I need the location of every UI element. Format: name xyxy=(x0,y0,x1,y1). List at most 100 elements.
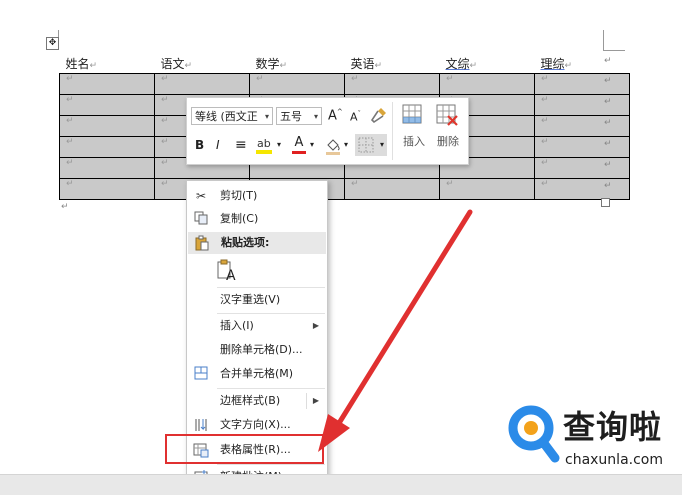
chevron-down-icon: ▾ xyxy=(379,140,384,149)
menu-item-label: 文字方向(X)... xyxy=(220,418,291,431)
table-cell[interactable]: ↵ xyxy=(59,94,155,116)
align-button[interactable]: ≡ xyxy=(235,137,247,153)
menu-item-border-styles[interactable]: 边框样式(B) ▶ xyxy=(187,390,327,412)
delete-table-button[interactable]: 删除 xyxy=(431,102,465,160)
copy-icon xyxy=(193,211,209,227)
paste-option-letter: A xyxy=(226,268,236,284)
font-color-swatch xyxy=(292,151,306,154)
font-color-button[interactable]: A xyxy=(290,135,308,155)
table-cell[interactable]: ↵ xyxy=(59,136,155,158)
borders-icon xyxy=(358,137,374,153)
toolbar-divider xyxy=(392,102,393,160)
paste-icon xyxy=(194,235,210,251)
table-cell[interactable]: ↵ xyxy=(59,157,155,179)
header-cell[interactable]: 文综↵ xyxy=(439,52,535,74)
header-text: 姓名 xyxy=(65,57,90,71)
table-cell[interactable]: ↵ xyxy=(344,73,440,95)
shrink-font-button[interactable]: Aˇ xyxy=(350,110,361,124)
scissors-icon: ✂ xyxy=(195,189,207,203)
mini-toolbar: 等线 (西文正 ▾ 五号 ▾ A^ Aˇ 插入 删除 B I ≡ ab ▾ A ▾ … xyxy=(186,97,469,165)
table-cell[interactable]: ↵ xyxy=(59,115,155,137)
format-painter-button[interactable] xyxy=(370,106,388,124)
row-end-mark: ↵ xyxy=(604,76,612,86)
menu-item-label: 合并单元格(M) xyxy=(220,367,294,380)
table-cell[interactable]: ↵ xyxy=(249,73,345,95)
header-text: 数学 xyxy=(255,57,280,71)
table-move-handle[interactable]: ✥ xyxy=(46,37,59,50)
row-end-mark: ↵ xyxy=(604,118,612,128)
table-cell[interactable]: ↵ xyxy=(534,136,630,158)
chevron-down-icon: ▾ xyxy=(313,112,318,121)
header-cell[interactable]: 英语↵ xyxy=(344,52,440,74)
chevron-down-icon[interactable]: ▾ xyxy=(277,140,281,149)
cell-end-mark: ↵ xyxy=(541,116,549,126)
chevron-down-icon: ▾ xyxy=(264,112,269,121)
cell-end-mark: ↵ xyxy=(256,74,264,84)
cell-end-mark: ↵ xyxy=(184,61,193,71)
paste-keep-text-only-button[interactable]: A xyxy=(217,259,237,284)
merge-cells-icon xyxy=(193,366,209,382)
header-cell[interactable]: 姓名↵ xyxy=(59,52,155,74)
highlight-button[interactable]: ab xyxy=(254,135,276,155)
cell-end-mark: ↵ xyxy=(541,74,549,84)
font-size-value: 五号 xyxy=(280,110,302,123)
table-cell[interactable]: ↵ xyxy=(344,178,440,200)
row-end-mark: ↵ xyxy=(604,139,612,149)
cell-end-mark: ↵ xyxy=(279,61,288,71)
menu-separator xyxy=(217,464,325,465)
menu-item-insert[interactable]: 插入(I) ▶ xyxy=(187,315,327,337)
bold-button[interactable]: B xyxy=(195,138,204,152)
header-cell[interactable]: 语文↵ xyxy=(154,52,250,74)
format-painter-icon xyxy=(370,108,386,124)
table-cell[interactable]: ↵ xyxy=(534,178,630,200)
table-cell[interactable]: ↵ xyxy=(534,115,630,137)
table-cell[interactable]: ↵ xyxy=(59,73,155,95)
insert-table-button[interactable]: 插入 xyxy=(397,102,431,160)
watermark-title: 查询啦 xyxy=(563,408,663,446)
cell-end-mark: ↵ xyxy=(446,179,454,189)
row-end-mark: ↵ xyxy=(604,97,612,107)
submenu-divider xyxy=(306,393,307,409)
magnifier-logo-icon xyxy=(508,405,560,463)
grow-font-icon: A xyxy=(328,108,337,124)
chevron-down-icon[interactable]: ▾ xyxy=(344,140,348,149)
highlighter-icon: ab xyxy=(256,137,272,154)
header-text: 语文 xyxy=(160,57,185,71)
menu-item-delete-cells[interactable]: 删除单元格(D)... xyxy=(187,339,327,361)
svg-text:ab: ab xyxy=(257,137,271,150)
menu-item-reconvert[interactable]: 汉字重选(V) xyxy=(187,289,327,311)
table-cell[interactable]: ↵ xyxy=(534,157,630,179)
cell-end-mark: ↵ xyxy=(161,74,169,84)
row-end-mark: ↵ xyxy=(604,160,612,170)
cell-end-mark: ↵ xyxy=(541,95,549,105)
menu-item-label: 粘贴选项: xyxy=(221,236,270,249)
menu-item-cut[interactable]: ✂ 剪切(T) xyxy=(187,185,327,207)
shading-button[interactable] xyxy=(324,136,342,156)
borders-button[interactable]: ▾ xyxy=(355,134,387,156)
table-cell[interactable]: ↵ xyxy=(534,94,630,116)
menu-item-label: 剪切(T) xyxy=(220,189,258,202)
insert-label: 插入 xyxy=(403,135,425,148)
menu-item-copy[interactable]: 复制(C) xyxy=(187,208,327,230)
table-cell[interactable]: ↵ xyxy=(439,178,535,200)
table-cell[interactable]: ↵ xyxy=(154,73,250,95)
table-resize-handle[interactable] xyxy=(601,198,610,207)
font-size-dropdown[interactable]: 五号 ▾ xyxy=(276,107,322,125)
header-cell[interactable]: 数学↵ xyxy=(249,52,345,74)
cell-end-mark: ↵ xyxy=(469,61,478,71)
menu-item-label: 边框样式(B) xyxy=(220,394,281,407)
menu-separator xyxy=(217,388,325,389)
cell-end-mark: ↵ xyxy=(564,61,573,71)
header-cell[interactable]: 理综↵ xyxy=(534,52,630,74)
table-cell[interactable]: ↵ xyxy=(439,73,535,95)
table-cell[interactable]: ↵ xyxy=(534,73,630,95)
cell-end-mark: ↵ xyxy=(161,137,169,147)
menu-item-text-direction[interactable]: 文字方向(X)... xyxy=(187,414,327,436)
table-cell[interactable]: ↵ xyxy=(59,178,155,200)
grow-font-button[interactable]: A^ xyxy=(328,108,343,123)
font-name-dropdown[interactable]: 等线 (西文正 ▾ xyxy=(191,107,273,125)
chevron-down-icon[interactable]: ▾ xyxy=(310,140,314,149)
italic-button[interactable]: I xyxy=(216,138,220,152)
menu-item-merge-cells[interactable]: 合并单元格(M) xyxy=(187,363,327,385)
cell-end-mark: ↵ xyxy=(161,158,169,168)
